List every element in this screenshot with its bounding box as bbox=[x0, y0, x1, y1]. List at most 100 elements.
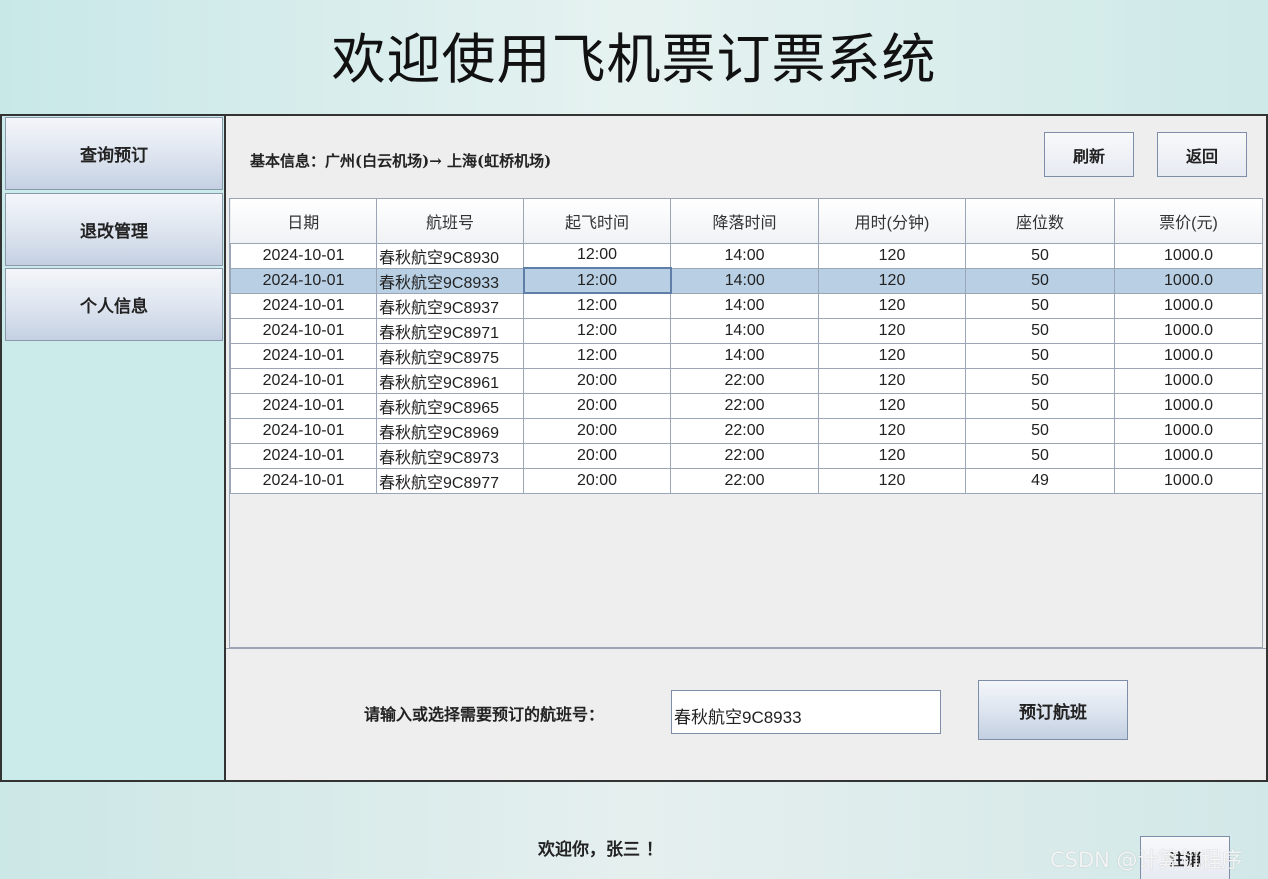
table-cell[interactable]: 12:00 bbox=[523, 242, 671, 269]
table-row[interactable]: 2024-10-01 春秋航空9C8975 12:00 14:00 120 50 1000.… bbox=[230, 342, 1263, 369]
sidebar-item-personal-info[interactable]: 个人信息 bbox=[5, 268, 223, 341]
table-cell[interactable]: 2024-10-01 bbox=[230, 342, 377, 369]
table-cell[interactable]: 120 bbox=[818, 367, 966, 394]
table-row[interactable]: 2024-10-01 春秋航空9C8937 12:00 14:00 120 50 1000.… bbox=[230, 292, 1263, 319]
table-cell[interactable]: 2024-10-01 bbox=[230, 417, 377, 444]
sidebar: 查询预订 退改管理 个人信息 bbox=[0, 114, 226, 782]
table-cell[interactable]: 2024-10-01 bbox=[230, 317, 377, 344]
table-cell[interactable]: 12:00 bbox=[523, 342, 671, 369]
table-cell[interactable]: 120 bbox=[818, 267, 966, 294]
table-cell[interactable]: 120 bbox=[818, 442, 966, 469]
table-cell[interactable]: 2024-10-01 bbox=[230, 292, 377, 319]
sidebar-item-refund-change[interactable]: 退改管理 bbox=[5, 193, 223, 266]
main-panel: 基本信息：广州(白云机场)→ 上海(虹桥机场) 刷新 返回 日期 航班号 起飞时间降… bbox=[224, 114, 1268, 782]
table-cell[interactable]: 22:00 bbox=[670, 442, 819, 469]
table-cell[interactable]: 20:00 bbox=[523, 417, 671, 444]
refresh-button[interactable]: 刷新 bbox=[1044, 132, 1134, 177]
column-header[interactable]: 座位数 bbox=[965, 199, 1115, 244]
flight-number-label: 请输入或选择需要预订的航班号： bbox=[364, 705, 605, 724]
table-cell[interactable]: 14:00 bbox=[670, 317, 819, 344]
table-cell[interactable]: 1000.0 bbox=[1114, 467, 1263, 494]
flight-table-container: 日期 航班号 起飞时间 降落时间 用时(分钟) 座位数 票价(元) 2024-10-01 春秋… bbox=[229, 198, 1263, 648]
table-cell[interactable]: 2024-10-01 bbox=[230, 392, 377, 419]
table-cell[interactable]: 1000.0 bbox=[1114, 417, 1263, 444]
table-cell[interactable]: 49 bbox=[965, 467, 1115, 494]
table-cell[interactable]: 20:00 bbox=[523, 367, 671, 394]
flight-number-input[interactable] bbox=[671, 690, 941, 734]
table-cell[interactable]: 2024-10-01 bbox=[230, 442, 377, 469]
table-row[interactable]: 2024-10-01 春秋航空9C8969 20:00 22:00 120 50 1000.… bbox=[230, 417, 1263, 444]
table-cell[interactable]: 春秋航空9C8937 bbox=[376, 292, 524, 319]
column-header[interactable]: 票价(元) bbox=[1114, 199, 1263, 244]
table-cell[interactable]: 12:00 bbox=[522, 267, 672, 294]
table-cell[interactable]: 2024-10-01 bbox=[230, 367, 377, 394]
table-cell[interactable]: 春秋航空9C8969 bbox=[376, 417, 524, 444]
table-cell[interactable]: 22:00 bbox=[670, 392, 819, 419]
table-cell[interactable]: 50 bbox=[965, 267, 1115, 294]
table-row[interactable]: 2024-10-01 春秋航空9C8973 20:00 22:00 120 50 1000.… bbox=[230, 442, 1263, 469]
table-cell[interactable]: 12:00 bbox=[523, 292, 671, 319]
table-row[interactable]: 2024-10-01 春秋航空9C8965 20:00 22:00 120 50 1000.… bbox=[230, 392, 1263, 419]
sidebar-item-query-booking[interactable]: 查询预订 bbox=[5, 117, 223, 190]
table-cell[interactable]: 2024-10-01 bbox=[230, 242, 377, 269]
table-row[interactable]: 2024-10-01 春秋航空9C8961 20:00 22:00 120 50 1000.… bbox=[230, 367, 1263, 394]
book-flight-button[interactable]: 预订航班 bbox=[978, 680, 1128, 740]
column-header[interactable]: 用时(分钟) bbox=[818, 199, 966, 244]
column-header[interactable]: 航班号 bbox=[376, 199, 524, 244]
watermark: CSDN @计算机程序 bbox=[1050, 848, 1243, 872]
back-button[interactable]: 返回 bbox=[1157, 132, 1247, 177]
table-cell[interactable]: 120 bbox=[818, 392, 966, 419]
table-cell[interactable]: 1000.0 bbox=[1114, 317, 1263, 344]
table-cell[interactable]: 22:00 bbox=[670, 467, 819, 494]
table-cell[interactable]: 50 bbox=[965, 242, 1115, 269]
table-cell[interactable]: 春秋航空9C8930 bbox=[376, 242, 524, 269]
table-cell[interactable]: 春秋航空9C8933 bbox=[376, 267, 524, 294]
table-cell[interactable]: 14:00 bbox=[670, 342, 819, 369]
table-cell[interactable]: 50 bbox=[965, 367, 1115, 394]
table-cell[interactable]: 14:00 bbox=[670, 267, 819, 294]
table-cell[interactable]: 120 bbox=[818, 417, 966, 444]
table-cell[interactable]: 14:00 bbox=[670, 242, 819, 269]
table-cell[interactable]: 50 bbox=[965, 342, 1115, 369]
table-cell[interactable]: 12:00 bbox=[523, 317, 671, 344]
table-cell[interactable]: 20:00 bbox=[523, 442, 671, 469]
table-row[interactable]: 2024-10-01 春秋航空9C8977 20:00 22:00 120 49 1000.… bbox=[230, 467, 1263, 494]
table-cell[interactable]: 1000.0 bbox=[1114, 267, 1263, 294]
column-header[interactable]: 起飞时间 bbox=[523, 199, 671, 244]
table-cell[interactable]: 1000.0 bbox=[1114, 242, 1263, 269]
table-cell[interactable]: 20:00 bbox=[523, 467, 671, 494]
table-cell[interactable]: 120 bbox=[818, 467, 966, 494]
table-cell[interactable]: 14:00 bbox=[670, 292, 819, 319]
table-cell[interactable]: 2024-10-01 bbox=[230, 267, 377, 294]
table-cell[interactable]: 22:00 bbox=[670, 417, 819, 444]
table-cell[interactable]: 120 bbox=[818, 317, 966, 344]
table-cell[interactable]: 春秋航空9C8973 bbox=[376, 442, 524, 469]
table-cell[interactable]: 20:00 bbox=[523, 392, 671, 419]
table-cell[interactable]: 22:00 bbox=[670, 367, 819, 394]
table-cell[interactable]: 1000.0 bbox=[1114, 342, 1263, 369]
table-row[interactable]: 2024-10-01 春秋航空9C8933 12:00 14:00 120 50 1000.… bbox=[230, 267, 1263, 294]
table-cell[interactable]: 春秋航空9C8961 bbox=[376, 367, 524, 394]
table-cell[interactable]: 春秋航空9C8965 bbox=[376, 392, 524, 419]
table-cell[interactable]: 1000.0 bbox=[1114, 392, 1263, 419]
column-header[interactable]: 日期 bbox=[230, 199, 377, 244]
table-cell[interactable]: 120 bbox=[818, 292, 966, 319]
table-cell[interactable]: 1000.0 bbox=[1114, 442, 1263, 469]
table-cell[interactable]: 50 bbox=[965, 442, 1115, 469]
table-cell[interactable]: 1000.0 bbox=[1114, 367, 1263, 394]
table-cell[interactable]: 50 bbox=[965, 417, 1115, 444]
table-row[interactable]: 2024-10-01 春秋航空9C8930 12:00 14:00 120 50 1000.… bbox=[230, 242, 1263, 269]
table-cell[interactable]: 120 bbox=[818, 342, 966, 369]
table-cell[interactable]: 春秋航空9C8971 bbox=[376, 317, 524, 344]
app-title: 欢迎使用飞机票订票系统 bbox=[331, 27, 937, 91]
table-cell[interactable]: 春秋航空9C8977 bbox=[376, 467, 524, 494]
table-cell[interactable]: 50 bbox=[965, 392, 1115, 419]
table-cell[interactable]: 120 bbox=[818, 242, 966, 269]
table-cell[interactable]: 春秋航空9C8975 bbox=[376, 342, 524, 369]
table-cell[interactable]: 50 bbox=[965, 292, 1115, 319]
table-cell[interactable]: 1000.0 bbox=[1114, 292, 1263, 319]
table-cell[interactable]: 50 bbox=[965, 317, 1115, 344]
table-row[interactable]: 2024-10-01 春秋航空9C8971 12:00 14:00 120 50 1000.… bbox=[230, 317, 1263, 344]
table-cell[interactable]: 2024-10-01 bbox=[230, 467, 377, 494]
column-header[interactable]: 降落时间 bbox=[670, 199, 819, 244]
